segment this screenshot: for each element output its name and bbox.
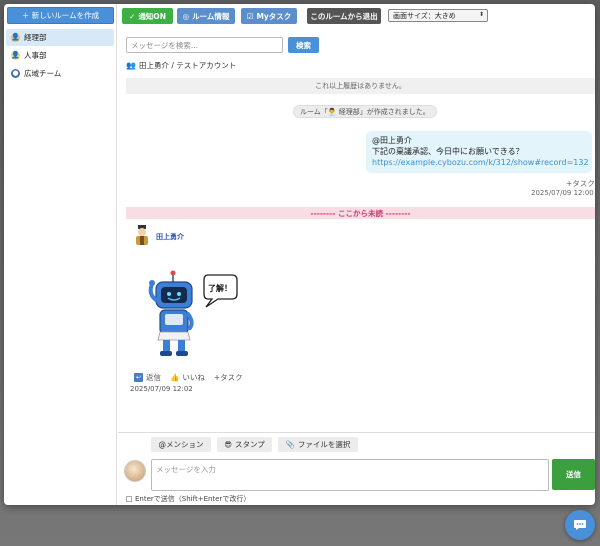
thumbs-up-icon: 👍 [170, 373, 180, 382]
leave-room-button[interactable]: このルームから退出 [307, 8, 381, 24]
chat-window: ＋ 新しいルームを作成 👤 経理部 👤 人事部 ● 広域チーム ✓ 通知ON ◎… [4, 4, 595, 505]
my-task-button[interactable]: ☑ Myタスク [241, 8, 297, 24]
message-text: 下記の稟議承認、今日中にお願いできる？ [372, 147, 524, 156]
reply-button[interactable]: ↩ 返信 [134, 372, 161, 383]
sidebar-item-jinji[interactable]: 👤 人事部 [6, 47, 114, 64]
unread-divider: -------- ここから未読 -------- [126, 207, 595, 219]
add-task-button[interactable]: +タスク [214, 372, 243, 383]
enter-to-send-option[interactable]: Enterで送信（Shift+Enterで改行） [126, 494, 250, 504]
sunglasses-icon: 😎 [224, 440, 233, 449]
member-list: 👥 田上勇介 / テストアカウント [126, 61, 237, 70]
chat-launcher-button[interactable] [565, 510, 595, 540]
mention-button[interactable]: @メンション [151, 437, 211, 452]
check-icon: ✓ [129, 11, 136, 21]
no-history-notice: これ以上履歴はありません。 [126, 78, 595, 94]
room-sidebar: ＋ 新しいルームを作成 👤 経理部 👤 人事部 ● 広域チーム [4, 4, 117, 505]
sender-avatar[interactable] [133, 225, 151, 245]
sidebar-item-kouiki[interactable]: ● 広域チーム [6, 65, 114, 82]
checkbox-icon: ☑ [246, 11, 254, 21]
add-task-link[interactable]: +タスク [566, 178, 595, 189]
stamp-text: 了解！ [208, 283, 232, 293]
room-main: ✓ 通知ON ◎ ルーム情報 ☑ Myタスク このルームから退出 画面サイズ：大… [118, 4, 595, 505]
send-button[interactable]: 送信 [552, 459, 595, 490]
my-message-bubble: @田上勇介 下記の稟議承認、今日中にお願いできる？ https://exampl… [366, 131, 592, 173]
message-input[interactable]: メッセージを入力 [151, 459, 549, 491]
people-icon: 👥 [126, 61, 136, 70]
message-timestamp: 2025/07/09 12:02 [130, 385, 193, 393]
reply-icon: ↩ [134, 373, 143, 382]
paperclip-icon: 📎 [285, 440, 295, 449]
sidebar-item-label: 経理部 [24, 33, 47, 42]
robot-stamp-image: 了解！ [148, 270, 238, 356]
info-icon: ◎ [182, 11, 190, 21]
message-link[interactable]: https://example.cybozu.com/k/312/show#re… [372, 157, 589, 168]
person-icon: 👤 [11, 33, 20, 42]
message-mention: @田上勇介 [372, 136, 412, 145]
search-button[interactable]: 検索 [288, 37, 319, 53]
chevron-updown-icon: ⬍ [478, 11, 484, 18]
room-created-notice: ルーム「👨‍💼 経理部」が作成されました。 [293, 105, 437, 118]
message-timeline: これ以上履歴はありません。 ルーム「👨‍💼 経理部」が作成されました。 @田上勇… [126, 75, 595, 433]
file-select-button[interactable]: 📎 ファイルを選択 [278, 437, 358, 452]
sidebar-item-keiri[interactable]: 👤 経理部 [6, 29, 114, 46]
new-room-button[interactable]: ＋ 新しいルームを作成 [7, 7, 114, 24]
message-actions: ↩ 返信 👍 いいね +タスク [134, 372, 243, 383]
checkbox[interactable] [126, 496, 132, 502]
stamp-button[interactable]: 😎 スタンプ [217, 437, 272, 452]
sidebar-item-label: 人事部 [24, 51, 47, 60]
person-icon: 👤 [11, 51, 20, 60]
globe-icon: ● [11, 69, 20, 78]
sidebar-item-label: 広域チーム [24, 69, 62, 78]
room-info-button[interactable]: ◎ ルーム情報 [177, 8, 235, 24]
message-timestamp: 2025/07/09 12:00 [531, 189, 594, 197]
user-avatar[interactable] [124, 460, 146, 482]
like-button[interactable]: 👍 いいね [170, 372, 205, 383]
screen-size-select[interactable]: 画面サイズ：大きめ ⬍ [388, 9, 488, 22]
chat-bubble-icon [574, 520, 586, 530]
notify-toggle-button[interactable]: ✓ 通知ON [122, 8, 173, 24]
composer-divider [118, 432, 595, 433]
search-input[interactable]: メッセージを検索... [126, 37, 283, 53]
sender-name[interactable]: 田上勇介 [156, 232, 184, 242]
